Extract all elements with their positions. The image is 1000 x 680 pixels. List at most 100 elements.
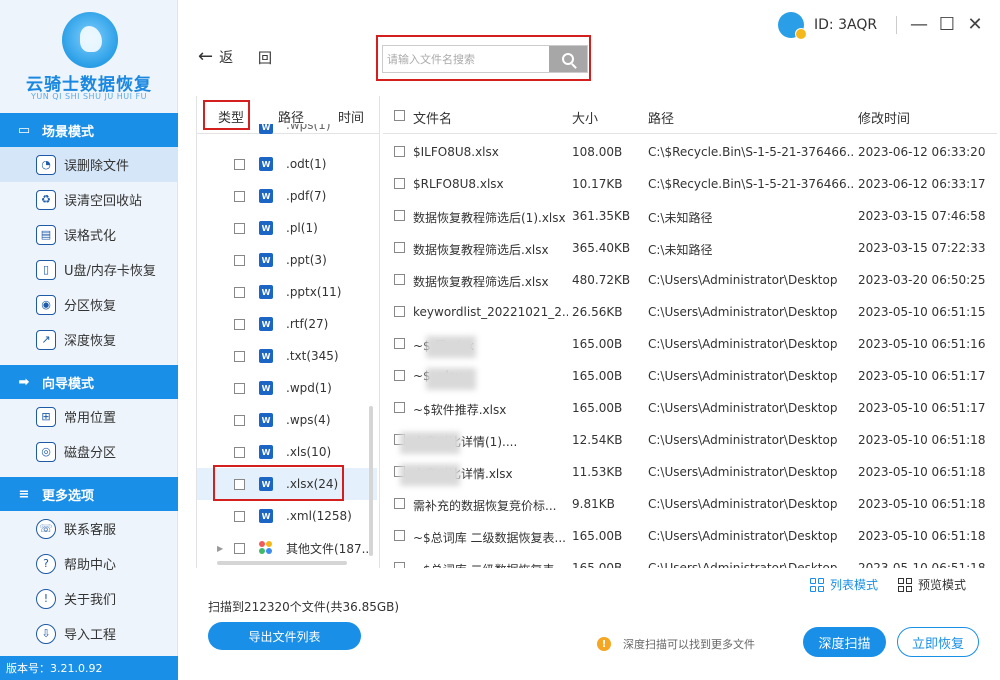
search-button[interactable] xyxy=(549,46,587,72)
row-checkbox[interactable] xyxy=(394,242,405,253)
filter-type-item[interactable]: W .wpd(1) xyxy=(197,372,377,404)
cell-time: 2023-06-12 06:33:17 xyxy=(858,177,986,191)
checkbox[interactable] xyxy=(234,382,245,394)
cell-name: 数据恢复教程筛选后(1).xlsx xyxy=(413,211,566,225)
sidebar-item-format[interactable]: ▤ 误格式化 xyxy=(0,217,178,252)
table-row[interactable]: $ILFO8U8.xlsx 108.00B C:\$Recycle.Bin\S-1-… xyxy=(383,136,997,168)
sidebar-item-deep-recovery[interactable]: ↗ 深度恢复 xyxy=(0,322,178,357)
checkbox[interactable] xyxy=(234,446,245,458)
row-checkbox[interactable] xyxy=(394,402,405,413)
filter-type-item[interactable]: W .rtf(27) xyxy=(197,308,377,340)
table-row[interactable]: $RLFO8U8.xlsx 10.17KB C:\$Recycle.Bin\S-1-… xyxy=(383,168,997,200)
checkbox[interactable] xyxy=(234,414,245,426)
search-input[interactable] xyxy=(383,46,549,72)
cell-path: C:\Users\Administrator\Desktop xyxy=(648,561,838,568)
maximize-icon[interactable]: ☐ xyxy=(936,12,958,36)
recover-now-button[interactable]: 立即恢复 xyxy=(897,627,979,657)
sidebar-item-recycle-bin[interactable]: ♻ 误清空回收站 xyxy=(0,182,178,217)
vertical-scrollbar[interactable] xyxy=(369,406,373,556)
row-checkbox[interactable] xyxy=(394,306,405,317)
user-id-area[interactable]: ID: 3AQR xyxy=(778,12,877,40)
filter-type-item[interactable]: W .xml(1258) xyxy=(197,500,377,532)
cell-time: 2023-03-15 07:46:58 xyxy=(858,209,986,223)
column-header-size[interactable]: 大小 xyxy=(572,108,598,127)
row-checkbox[interactable] xyxy=(394,370,405,381)
sidebar-item-partition[interactable]: ◉ 分区恢复 xyxy=(0,287,178,322)
filter-type-item[interactable]: W .pdf(7) xyxy=(197,180,377,212)
warning-icon: ! xyxy=(597,637,611,651)
select-all-checkbox[interactable] xyxy=(394,110,405,121)
checkbox[interactable] xyxy=(234,350,245,362)
expand-arrow-icon[interactable]: ▶ xyxy=(217,544,223,553)
checkbox[interactable] xyxy=(234,318,245,330)
sidebar-item-usb[interactable]: ▯ U盘/内存卡恢复 xyxy=(0,252,178,287)
filter-type-item-other[interactable]: ▶ 其他文件(187... xyxy=(197,532,377,564)
sidebar-item-help-center[interactable]: ? 帮助中心 xyxy=(0,546,178,581)
checkbox[interactable] xyxy=(234,222,245,234)
table-row[interactable]: ~$总词库 二级数据恢复表... 165.00B C:\Users\Administ… xyxy=(383,520,997,552)
table-row[interactable]: 文章对比详情.xlsx 11.53KB C:\Users\Administrator… xyxy=(383,456,997,488)
filter-type-item[interactable]: W .ppt(3) xyxy=(197,244,377,276)
checkbox[interactable] xyxy=(234,254,245,266)
sidebar-item-deleted-files[interactable]: ◔ 误删除文件 xyxy=(0,147,178,182)
cell-size: 10.17KB xyxy=(572,177,623,191)
word-file-icon: W xyxy=(259,157,273,171)
checkbox[interactable] xyxy=(234,286,245,298)
row-checkbox[interactable] xyxy=(394,338,405,349)
table-row[interactable]: ~$总词库 二级数据恢复表... 165.00B C:\Users\Administ… xyxy=(383,552,997,568)
filter-type-item[interactable]: W .wps(1) xyxy=(197,124,377,140)
checkbox[interactable] xyxy=(234,158,245,170)
row-checkbox[interactable] xyxy=(394,562,405,568)
table-row[interactable]: 数据恢复教程筛选后.xlsx 480.72KB C:\Users\Administr… xyxy=(383,264,997,296)
cell-size: 165.00B xyxy=(572,401,623,415)
recycle-bin-icon: ♻ xyxy=(36,189,56,210)
column-header-name[interactable]: 文件名 xyxy=(413,108,452,127)
export-file-list-button[interactable]: 导出文件列表 xyxy=(208,622,361,650)
sidebar-item-disk-partition[interactable]: ◎ 磁盘分区 xyxy=(0,434,178,469)
sidebar-item-contact-support[interactable]: ☏ 联系客服 xyxy=(0,511,178,546)
sidebar-item-about-us[interactable]: ! 关于我们 xyxy=(0,581,178,616)
checkbox[interactable] xyxy=(234,190,245,202)
column-header-time[interactable]: 修改时间 xyxy=(858,108,910,127)
cell-name: 需补充的数据恢复竞价标... xyxy=(413,499,557,513)
checkbox[interactable] xyxy=(234,542,245,554)
table-row[interactable]: 需补充的数据恢复竞价标... 9.81KB C:\Users\Administrat… xyxy=(383,488,997,520)
table-row[interactable]: keywordlist_20221021_2... 26.56KB C:\Users… xyxy=(383,296,997,328)
row-checkbox[interactable] xyxy=(394,498,405,509)
back-button[interactable]: ← 返 xyxy=(198,46,233,67)
section-wizard-mode: ➡ 向导模式 xyxy=(0,365,178,399)
list-mode-button[interactable]: 列表模式 xyxy=(810,576,878,593)
word-file-icon: W xyxy=(259,221,273,235)
preview-mode-button[interactable]: 预览模式 xyxy=(898,576,966,593)
filter-type-item[interactable]: W .wps(4) xyxy=(197,404,377,436)
column-header-path[interactable]: 路径 xyxy=(648,108,674,127)
back-button-label[interactable]: 回 xyxy=(258,48,272,68)
word-file-icon: W xyxy=(259,189,273,203)
table-row[interactable]: 文章对比详情(1).... 12.54KB C:\Users\Administrat… xyxy=(383,424,997,456)
row-checkbox[interactable] xyxy=(394,146,405,157)
cell-time: 2023-03-20 06:50:25 xyxy=(858,273,986,287)
checkbox[interactable] xyxy=(234,510,245,522)
deep-scan-button[interactable]: 深度扫描 xyxy=(803,627,886,657)
sidebar-item-import-project[interactable]: ⇩ 导入工程 xyxy=(0,616,178,651)
app-window: 云骑士数据恢复 YUN QI SHI SHU JU HUI FU ▭ 场景模式 … xyxy=(0,0,1000,680)
cell-time: 2023-05-10 06:51:17 xyxy=(858,369,986,383)
horizontal-scrollbar[interactable] xyxy=(217,561,347,565)
sidebar-item-common-locations[interactable]: ⊞ 常用位置 xyxy=(0,399,178,434)
table-row[interactable]: 数据恢复教程筛选后(1).xlsx 361.35KB C:\未知路径 2023-03-… xyxy=(383,200,997,232)
minimize-icon[interactable]: — xyxy=(908,12,930,36)
close-icon[interactable]: ✕ xyxy=(964,12,986,36)
filter-type-item[interactable]: W .pl(1) xyxy=(197,212,377,244)
table-row[interactable]: ~$软件推荐.xlsx 165.00B C:\Users\Administrator… xyxy=(383,392,997,424)
row-checkbox[interactable] xyxy=(394,274,405,285)
cell-time: 2023-05-10 06:51:16 xyxy=(858,337,986,351)
filter-type-item[interactable]: W .odt(1) xyxy=(197,148,377,180)
row-checkbox[interactable] xyxy=(394,210,405,221)
table-row[interactable]: 数据恢复教程筛选后.xlsx 365.40KB C:\未知路径 2023-03-15 … xyxy=(383,232,997,264)
filter-type-item[interactable]: W .txt(345) xyxy=(197,340,377,372)
deep-scan-tip: ! 深度扫描可以找到更多文件 xyxy=(597,636,755,652)
filter-type-item[interactable]: W .xls(10) xyxy=(197,436,377,468)
filter-type-item[interactable]: W .pptx(11) xyxy=(197,276,377,308)
row-checkbox[interactable] xyxy=(394,530,405,541)
row-checkbox[interactable] xyxy=(394,178,405,189)
